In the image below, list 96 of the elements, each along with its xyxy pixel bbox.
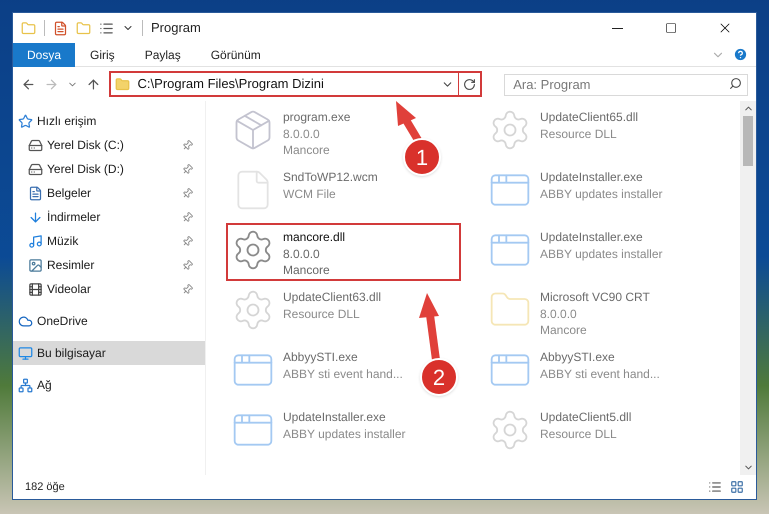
scrollbar[interactable] bbox=[740, 101, 756, 475]
nav-label: Ağ bbox=[37, 377, 53, 394]
search-field[interactable]: Ara: Program bbox=[504, 74, 748, 96]
file-name: UpdateClient63.dll bbox=[283, 289, 382, 306]
file-item[interactable]: SndToWP12.wcm WCM File bbox=[226, 163, 383, 221]
music-note-icon bbox=[28, 234, 43, 248]
document-icon bbox=[28, 186, 43, 200]
cloud-icon bbox=[18, 314, 33, 328]
file-detail: 8.0.0.0 bbox=[283, 246, 321, 262]
properties-icon[interactable] bbox=[53, 20, 68, 36]
file-name: SndToWP12.wcm bbox=[283, 169, 378, 186]
nav-label: Yerel Disk (C:) bbox=[47, 137, 125, 154]
file-detail: ABBY updates installer bbox=[540, 186, 663, 202]
file-name: AbbyySTI.exe bbox=[283, 349, 359, 366]
file-item[interactable]: mancore.dll 8.0.0.0 Mancore bbox=[226, 223, 461, 281]
file-detail: Resource DLL bbox=[540, 426, 618, 442]
ribbon-tab[interactable]: Paylaş bbox=[130, 42, 196, 66]
download-icon bbox=[28, 210, 43, 224]
file-detail: Resource DLL bbox=[540, 126, 618, 142]
file-name: UpdateClient65.dll bbox=[540, 109, 638, 126]
help-icon[interactable] bbox=[733, 47, 748, 62]
file-name: Microsoft VC90 CRT bbox=[540, 289, 650, 306]
file-detail: Mancore bbox=[283, 142, 331, 158]
file-detail: ABBY sti event hand... bbox=[283, 366, 403, 382]
nav-label: İndirmeler bbox=[47, 209, 102, 226]
file-item[interactable]: program.exe 8.0.0.0 Mancore bbox=[226, 103, 356, 161]
address-bar[interactable]: C:\Program Files\Program Dizini bbox=[108, 71, 482, 97]
file-tab[interactable]: Dosya bbox=[13, 42, 76, 66]
nav-item[interactable]: Resimler bbox=[13, 253, 205, 277]
annotation-arrow bbox=[419, 293, 440, 361]
refresh-icon[interactable] bbox=[463, 78, 476, 90]
folder-icon bbox=[114, 76, 130, 92]
file-detail: ABBY updates installer bbox=[540, 246, 663, 262]
nav-item[interactable]: Ağ bbox=[13, 373, 205, 397]
file-item[interactable]: Microsoft VC90 CRT 8.0.0.0 Mancore bbox=[483, 283, 655, 341]
file-item[interactable]: UpdateInstaller.exe ABBY updates installer bbox=[483, 223, 668, 281]
file-item[interactable]: UpdateClient5.dll Resource DLL bbox=[483, 403, 636, 461]
picture-icon bbox=[28, 258, 43, 272]
ribbon-tab[interactable]: Görünüm bbox=[196, 42, 276, 66]
film-icon bbox=[28, 282, 43, 296]
file-detail: Resource DLL bbox=[283, 306, 361, 322]
file-item[interactable]: AbbyySTI.exe ABBY sti event hand... bbox=[483, 343, 665, 401]
up-icon[interactable] bbox=[86, 76, 101, 92]
nav-item[interactable]: Hızlı erişim bbox=[13, 109, 205, 133]
file-detail: ABBY sti event hand... bbox=[540, 366, 660, 382]
file-name: UpdateInstaller.exe bbox=[540, 229, 644, 246]
address-path: C:\Program Files\Program Dizini bbox=[138, 75, 325, 94]
file-detail: WCM File bbox=[283, 186, 337, 202]
nav-label: Yerel Disk (D:) bbox=[47, 161, 125, 178]
file-name: AbbyySTI.exe bbox=[540, 349, 616, 366]
file-name: UpdateClient5.dll bbox=[540, 409, 632, 426]
file-item[interactable]: UpdateInstaller.exe ABBY updates installer bbox=[483, 163, 668, 221]
nav-label: Bu bilgisayar bbox=[37, 345, 107, 362]
file-name: mancore.dll bbox=[283, 229, 346, 246]
nav-label: Resimler bbox=[47, 257, 96, 274]
file-item[interactable]: UpdateClient65.dll Resource DLL bbox=[483, 103, 644, 161]
nav-item[interactable]: İndirmeler bbox=[13, 205, 205, 229]
item-count: 182 öğe bbox=[25, 480, 66, 495]
nav-item[interactable]: Müzik bbox=[13, 229, 205, 253]
nav-item[interactable]: Yerel Disk (C:) bbox=[13, 133, 205, 157]
file-name: UpdateInstaller.exe bbox=[283, 409, 387, 426]
file-detail: Mancore bbox=[283, 262, 331, 278]
nav-label: Belgeler bbox=[47, 185, 92, 202]
annotation-arrow bbox=[396, 101, 422, 142]
maximize-icon bbox=[665, 22, 677, 34]
drive-icon bbox=[28, 138, 43, 152]
nav-item[interactable]: OneDrive bbox=[13, 309, 205, 333]
file-detail: ABBY updates installer bbox=[283, 426, 406, 442]
file-detail: Mancore bbox=[540, 322, 588, 338]
details-view-icon[interactable] bbox=[708, 480, 722, 494]
nav-item[interactable]: Videolar bbox=[13, 277, 205, 301]
ribbon-tab[interactable]: Giriş bbox=[75, 42, 130, 66]
nav-label: Hızlı erişim bbox=[37, 113, 98, 130]
scroll-thumb[interactable] bbox=[743, 116, 753, 166]
nav-item[interactable]: Yerel Disk (D:) bbox=[13, 157, 205, 181]
file-item[interactable]: UpdateClient63.dll Resource DLL bbox=[226, 283, 386, 341]
window-title: Program bbox=[151, 19, 202, 38]
back-icon[interactable] bbox=[21, 76, 36, 92]
star-icon bbox=[18, 114, 33, 128]
nav-label: OneDrive bbox=[37, 313, 89, 330]
network-icon bbox=[18, 378, 33, 392]
file-name: program.exe bbox=[283, 109, 350, 126]
file-item[interactable]: AbbyySTI.exe ABBY sti event hand... bbox=[226, 343, 408, 401]
nav-label: Videolar bbox=[47, 281, 92, 298]
nav-item[interactable]: Bu bilgisayar bbox=[13, 341, 205, 365]
file-item[interactable]: UpdateInstaller.exe ABBY updates installer bbox=[226, 403, 411, 461]
file-name: UpdateInstaller.exe bbox=[540, 169, 644, 186]
nav-item[interactable]: Belgeler bbox=[13, 181, 205, 205]
file-detail: 8.0.0.0 bbox=[283, 126, 321, 142]
tiles-view-icon[interactable] bbox=[730, 480, 744, 494]
search-icon bbox=[729, 77, 742, 90]
file-detail: 8.0.0.0 bbox=[540, 306, 578, 322]
monitor-icon bbox=[18, 346, 33, 360]
view-icon[interactable] bbox=[99, 20, 114, 36]
drive-icon bbox=[28, 162, 43, 176]
nav-label: Müzik bbox=[47, 233, 80, 250]
